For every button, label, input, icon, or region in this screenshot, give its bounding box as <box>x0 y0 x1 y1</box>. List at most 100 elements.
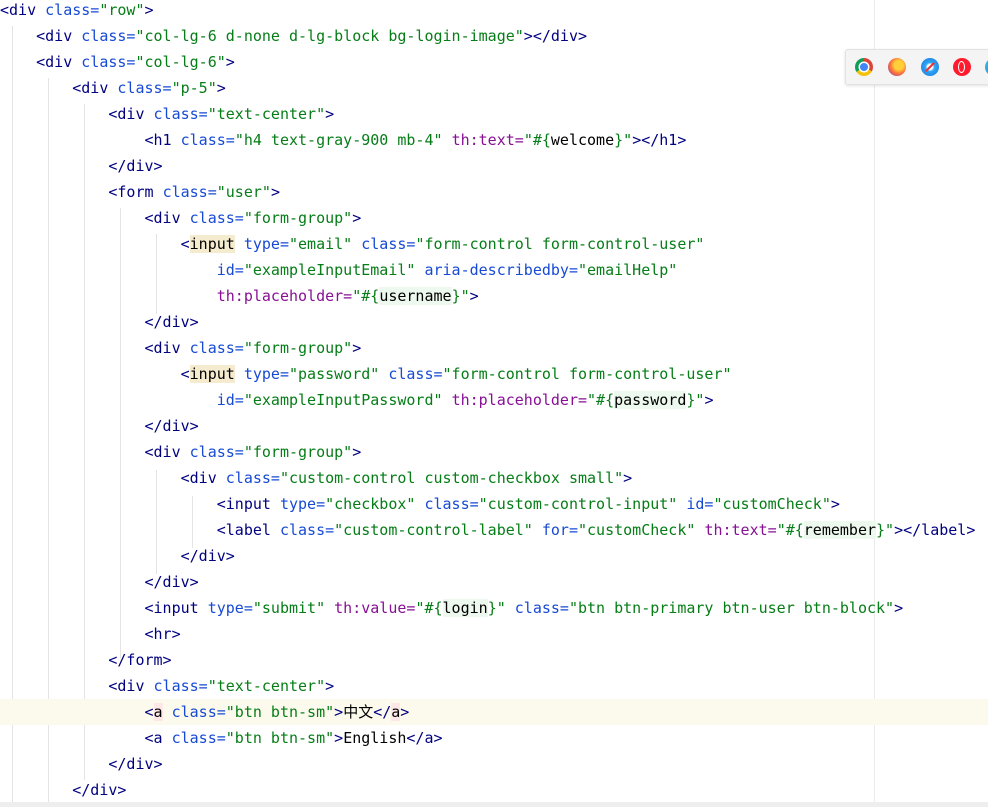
tag-token: > <box>216 79 226 97</box>
string-token: "exampleInputEmail" <box>243 261 416 279</box>
string-token: "emailHelp" <box>578 261 678 279</box>
code-line[interactable]: <div class="col-lg-6"> <box>0 49 988 75</box>
code-line[interactable]: id="exampleInputPassword" th:placeholder… <box>0 387 988 413</box>
string-token: }" <box>686 391 705 409</box>
code-line[interactable]: id="exampleInputEmail" aria-describedby=… <box>0 257 988 283</box>
string-token: "p-5" <box>171 79 217 97</box>
attribute-token: type= <box>243 365 289 383</box>
tag-token: > <box>325 105 335 123</box>
code-line[interactable]: </div> <box>0 413 988 439</box>
code-line[interactable]: </form> <box>0 647 988 673</box>
chrome-icon[interactable] <box>855 58 873 76</box>
code-line[interactable]: </div> <box>0 153 988 179</box>
tag-token: <form <box>108 183 154 201</box>
code-line[interactable]: </div> <box>0 751 988 777</box>
attribute-token: class= <box>171 703 226 721</box>
string-token: "#{ <box>415 599 443 617</box>
tag-token: <div <box>144 443 181 461</box>
code-line[interactable]: <div class="form-group"> <box>0 205 988 231</box>
code-editor[interactable]: <div class="row"> <div class="col-lg-6 d… <box>0 0 988 807</box>
string-token: "row" <box>99 1 145 19</box>
code-line[interactable]: <form class="user"> <box>0 179 988 205</box>
attribute-token: class= <box>424 495 479 513</box>
anchor-tag-highlight: a <box>153 703 163 721</box>
attribute-token: class= <box>117 79 172 97</box>
tag-token: <div <box>144 209 181 227</box>
tag-token: > <box>144 1 154 19</box>
message-key-highlight: username <box>379 287 452 305</box>
code-line[interactable]: <input type="checkbox" class="custom-con… <box>0 491 988 517</box>
tag-token: > <box>334 703 344 721</box>
string-token: "#{ <box>523 131 551 149</box>
thymeleaf-token: th:text= <box>704 521 777 539</box>
opera-icon[interactable] <box>953 58 971 76</box>
firefox-icon[interactable] <box>888 58 906 76</box>
code-line[interactable]: <a class="btn btn-sm">English</a> <box>0 725 988 751</box>
code-line[interactable]: <div class="col-lg-6 d-none d-lg-block b… <box>0 23 988 49</box>
thymeleaf-token: th:value= <box>334 599 416 617</box>
tag-token: < <box>180 365 190 383</box>
string-token: }" <box>451 287 470 305</box>
code-line[interactable]: <input type="password" class="form-contr… <box>0 361 988 387</box>
string-token: "form-group" <box>243 209 353 227</box>
string-token: "custom-control-input" <box>478 495 678 513</box>
horizontal-scrollbar[interactable] <box>0 802 988 807</box>
code-line[interactable]: <div class="text-center"> <box>0 101 988 127</box>
code-line[interactable]: <h1 class="h4 text-gray-900 mb-4" th:tex… <box>0 127 988 153</box>
code-line[interactable]: th:placeholder="#{username}"> <box>0 283 988 309</box>
tag-token: <label <box>216 521 271 539</box>
tag-token: <hr> <box>144 625 181 643</box>
tag-token: ></label> <box>894 521 976 539</box>
tag-token: <input <box>144 599 199 617</box>
thymeleaf-token: th:text= <box>451 131 524 149</box>
code-line[interactable]: <hr> <box>0 621 988 647</box>
code-line[interactable]: <div class="form-group"> <box>0 335 988 361</box>
code-line[interactable]: </div> <box>0 309 988 335</box>
safari-icon[interactable] <box>921 58 939 76</box>
tag-token: > <box>225 53 235 71</box>
string-token: "col-lg-6" <box>135 53 226 71</box>
string-token: "#{ <box>352 287 380 305</box>
code-line[interactable]: <div class="row"> <box>0 0 988 23</box>
code-line[interactable]: <input type="email" class="form-control … <box>0 231 988 257</box>
attribute-token: class= <box>189 443 244 461</box>
attribute-token: class= <box>180 131 235 149</box>
code-line[interactable]: <label class="custom-control-label" for=… <box>0 517 988 543</box>
tag-token: <div <box>108 105 145 123</box>
code-line[interactable]: </div> <box>0 569 988 595</box>
code-line[interactable]: </div> <box>0 777 988 803</box>
code-line[interactable]: <div class="form-group"> <box>0 439 988 465</box>
browser-preview-toolbar <box>845 49 988 85</box>
code-line[interactable]: <div class="p-5"> <box>0 75 988 101</box>
string-token: "custom-control-label" <box>334 521 533 539</box>
tag-token: > <box>352 443 362 461</box>
string-token: "custom-control custom-checkbox small" <box>279 469 624 487</box>
code-line[interactable]: <div class="custom-control custom-checkb… <box>0 465 988 491</box>
code-line[interactable]: <input type="submit" th:value="#{login}"… <box>0 595 988 621</box>
code-line[interactable]: <div class="text-center"> <box>0 673 988 699</box>
code-line[interactable]: </div> <box>0 543 988 569</box>
code-line[interactable]: <a class="btn btn-sm">中文</a> <box>0 699 988 725</box>
attribute-token: class= <box>279 521 335 539</box>
